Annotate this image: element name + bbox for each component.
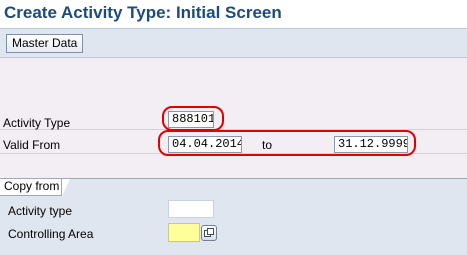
controlling-area-field[interactable] bbox=[168, 223, 200, 242]
activity-type-label: Activity Type bbox=[3, 116, 71, 130]
divider bbox=[0, 153, 467, 154]
controlling-area-label: Controlling Area bbox=[8, 227, 94, 241]
copy-from-tab: Copy from bbox=[0, 179, 62, 196]
copy-activity-type-field[interactable] bbox=[168, 200, 214, 218]
valid-from-label: Valid From bbox=[3, 138, 61, 152]
page-title: Create Activity Type: Initial Screen bbox=[4, 3, 282, 22]
copy-activity-type-label: Activity type bbox=[8, 204, 73, 218]
to-label: to bbox=[262, 138, 273, 152]
valid-from-field[interactable]: 04.04.2014 bbox=[168, 136, 242, 153]
master-data-button[interactable]: Master Data bbox=[6, 34, 84, 53]
valid-to-field[interactable]: 31.12.9999 bbox=[334, 136, 408, 153]
application-toolbar: Master Data bbox=[0, 28, 467, 58]
tab-corner bbox=[62, 179, 70, 196]
value-help-icon[interactable] bbox=[201, 225, 217, 241]
activity-type-field[interactable]: 888101 bbox=[168, 111, 214, 128]
